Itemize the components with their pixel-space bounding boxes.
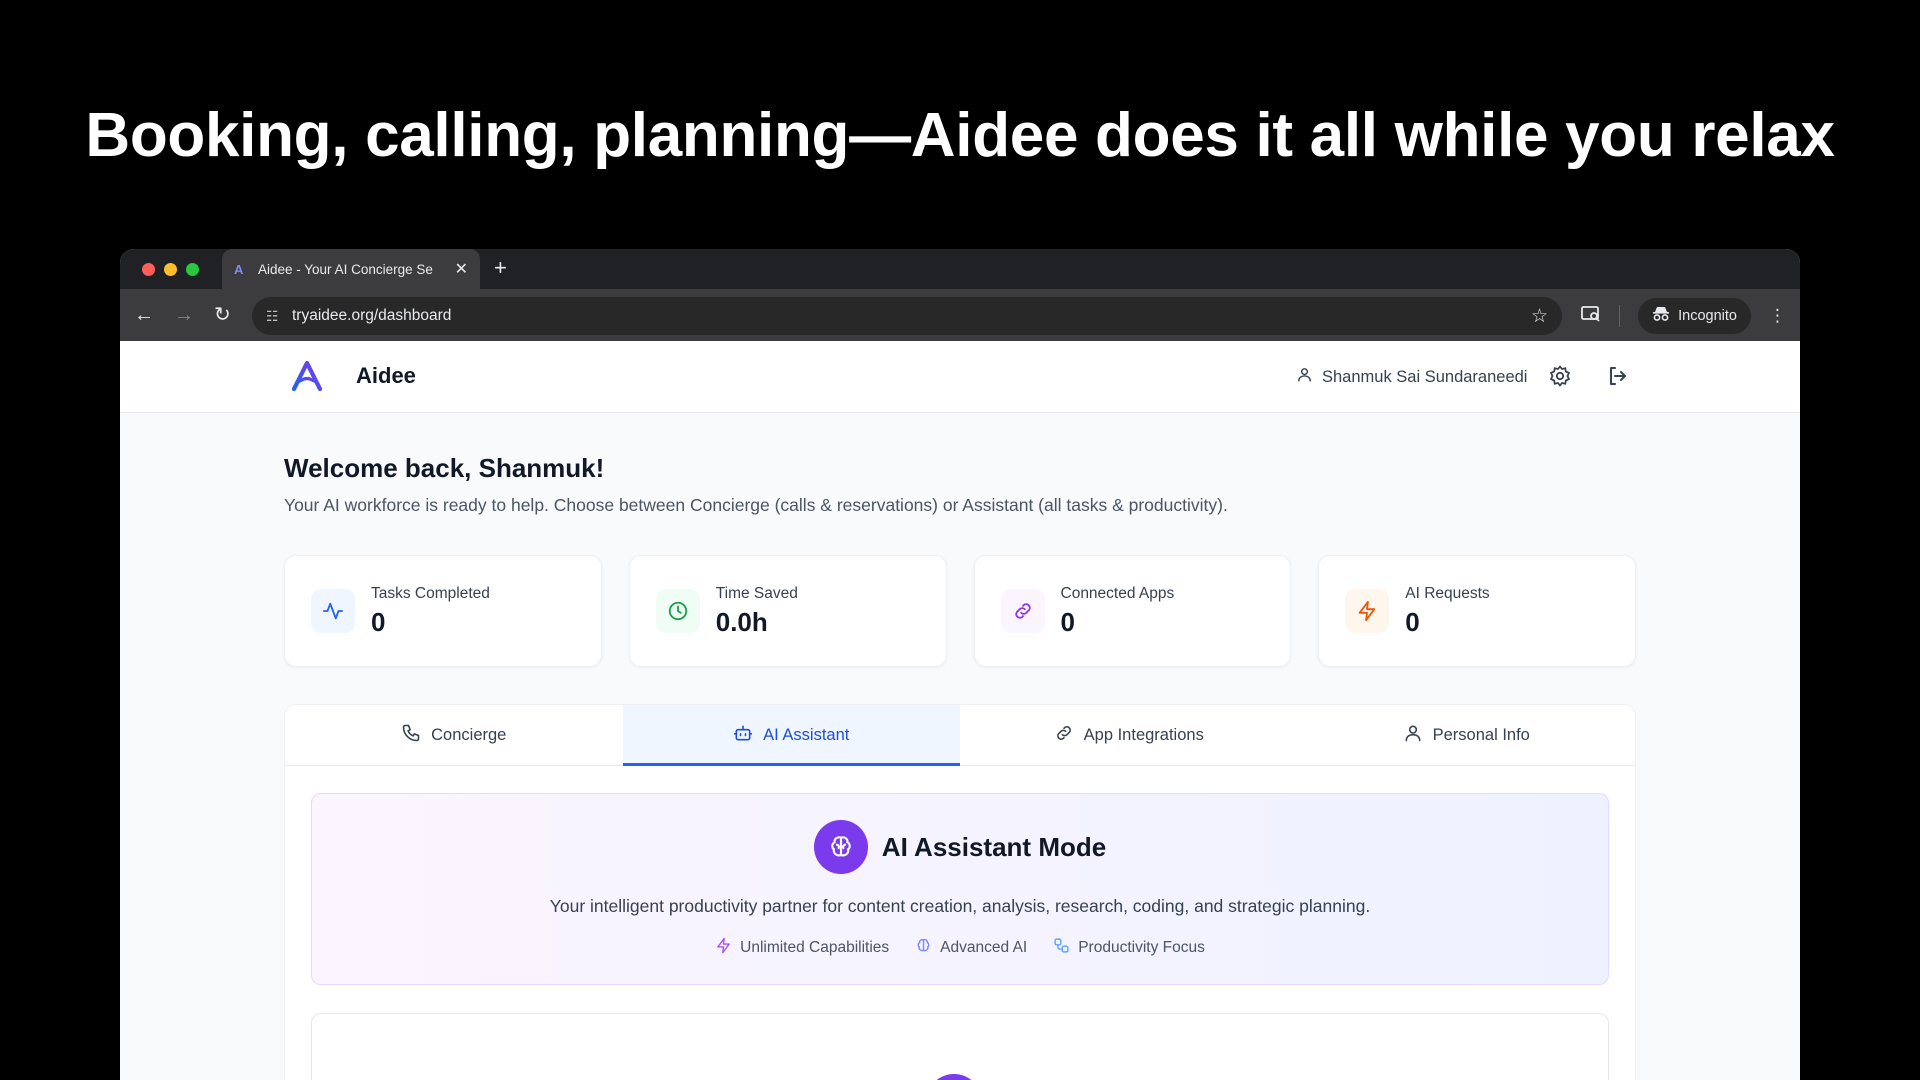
- tab-app-integrations[interactable]: App Integrations: [960, 705, 1298, 765]
- main-panel: Concierge AI Assistant App Integrations: [284, 704, 1636, 1080]
- user-menu[interactable]: Shanmuk Sai Sundaraneedi: [1296, 366, 1527, 388]
- tab-label: Concierge: [431, 725, 507, 744]
- activity-icon: [311, 589, 355, 633]
- toolbar-separator: [1619, 305, 1621, 327]
- tab-label: AI Assistant: [763, 725, 850, 744]
- mode-header: AI Assistant Mode: [312, 820, 1608, 874]
- favicon-icon: A: [234, 261, 244, 277]
- zap-icon: [1345, 589, 1390, 633]
- stat-label: Tasks Completed: [371, 584, 490, 602]
- bot-icon: [733, 723, 753, 748]
- maximize-window-button[interactable]: [186, 263, 199, 276]
- stat-card-time: Time Saved 0.0h: [628, 555, 947, 667]
- feature-item: Productivity Focus: [1053, 937, 1205, 959]
- stat-value: 0: [1405, 606, 1420, 637]
- bookmark-star-icon[interactable]: ☆: [1531, 305, 1548, 328]
- tab-label: App Integrations: [1083, 725, 1204, 744]
- app-header: Aidee Shanmuk Sai Sundaraneedi: [120, 341, 1800, 413]
- stat-label: AI Requests: [1405, 584, 1490, 602]
- feature-label: Productivity Focus: [1078, 939, 1205, 956]
- browser-toolbar: ← → ↻ ☷ tryaidee.org/dashboard ☆ Incogni…: [120, 289, 1800, 341]
- browser-window: A Aidee - Your AI Concierge Se ✕ + ← → ↻…: [120, 249, 1800, 1080]
- phone-icon: [401, 723, 421, 748]
- feature-label: Unlimited Capabilities: [740, 939, 890, 956]
- toolbar-right: Incognito ⋮: [1581, 297, 1786, 335]
- site-settings-icon[interactable]: ☷: [266, 308, 292, 325]
- minimize-window-button[interactable]: [164, 263, 177, 276]
- headline: Booking, calling, planning—Aidee does it…: [85, 101, 1835, 170]
- mode-features: Unlimited Capabilities Advanced AI Produ…: [312, 937, 1608, 959]
- back-arrow-icon[interactable]: ←: [134, 303, 154, 327]
- stat-value: 0.0h: [715, 606, 768, 637]
- assistant-chat-card: [311, 1013, 1609, 1080]
- link-icon: [1054, 723, 1074, 748]
- clock-icon: [655, 589, 700, 633]
- stat-card-apps: Connected Apps 0: [973, 555, 1292, 667]
- welcome-subtitle: Your AI workforce is ready to help. Choo…: [284, 495, 1228, 515]
- incognito-icon: [1652, 307, 1670, 325]
- browser-tabstrip: A Aidee - Your AI Concierge Se ✕ +: [120, 249, 1800, 289]
- window-controls: [142, 263, 199, 276]
- close-window-button[interactable]: [142, 263, 155, 276]
- url-text[interactable]: tryaidee.org/dashboard: [292, 307, 1531, 325]
- user-name: Shanmuk Sai Sundaraneedi: [1322, 367, 1528, 386]
- user-icon: [1403, 723, 1423, 748]
- settings-gear-icon[interactable]: [1548, 364, 1572, 393]
- workflow-icon: [1053, 937, 1070, 959]
- tab-ai-assistant[interactable]: AI Assistant: [622, 705, 960, 766]
- feature-item: Advanced AI: [915, 937, 1027, 959]
- stats-row: Tasks Completed 0 Time Saved 0.0h Connec…: [284, 555, 1636, 667]
- browser-tab[interactable]: A Aidee - Your AI Concierge Se ✕: [222, 249, 480, 289]
- assistant-mode-card: AI Assistant Mode Your intelligent produ…: [311, 793, 1609, 985]
- incognito-label: Incognito: [1678, 308, 1737, 324]
- tab-concierge[interactable]: Concierge: [285, 705, 623, 765]
- close-tab-icon[interactable]: ✕: [455, 259, 468, 279]
- cast-search-icon[interactable]: [1581, 305, 1601, 328]
- assistant-avatar: [926, 1074, 982, 1080]
- feature-label: Advanced AI: [940, 939, 1028, 956]
- zap-icon: [715, 937, 732, 959]
- tab-label: Personal Info: [1432, 725, 1530, 744]
- kebab-menu-icon[interactable]: ⋮: [1769, 306, 1786, 326]
- forward-arrow-icon[interactable]: →: [174, 303, 194, 327]
- stat-label: Time Saved: [715, 584, 798, 602]
- stat-card-requests: AI Requests 0: [1318, 555, 1636, 667]
- mode-title: AI Assistant Mode: [881, 831, 1107, 862]
- feature-item: Unlimited Capabilities: [715, 937, 889, 959]
- reload-icon[interactable]: ↻: [214, 303, 231, 327]
- stat-card-tasks: Tasks Completed 0: [284, 555, 602, 667]
- stat-value: 0: [1060, 606, 1075, 637]
- mode-tabs: Concierge AI Assistant App Integrations: [285, 705, 1635, 766]
- aidee-logo-icon[interactable]: [290, 359, 324, 398]
- brand-name: Aidee: [356, 363, 416, 388]
- stat-value: 0: [371, 606, 386, 637]
- tab-personal-info[interactable]: Personal Info: [1298, 705, 1636, 765]
- address-bar[interactable]: ☷ tryaidee.org/dashboard ☆: [252, 297, 1562, 335]
- logout-icon[interactable]: [1606, 364, 1630, 393]
- brain-icon: [813, 820, 868, 874]
- link-icon: [1000, 589, 1045, 633]
- browser-tab-title: Aidee - Your AI Concierge Se: [258, 261, 433, 277]
- incognito-badge[interactable]: Incognito: [1638, 298, 1751, 334]
- stat-label: Connected Apps: [1060, 584, 1175, 602]
- new-tab-icon[interactable]: +: [494, 255, 507, 281]
- welcome-title: Welcome back, Shanmuk!: [284, 453, 605, 483]
- mode-description: Your intelligent productivity partner fo…: [549, 896, 1371, 916]
- brain-icon: [915, 937, 932, 959]
- dashboard-content: Welcome back, Shanmuk! Your AI workforce…: [120, 413, 1800, 1080]
- user-icon: [1296, 366, 1313, 388]
